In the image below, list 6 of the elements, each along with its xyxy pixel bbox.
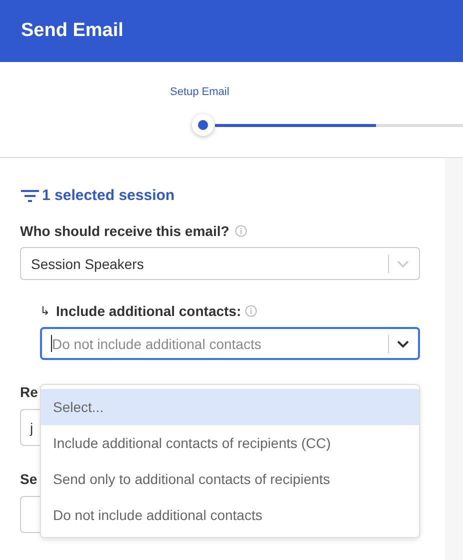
field-label: Who should receive this email? [20, 223, 230, 239]
field-label: Se [20, 471, 38, 487]
indent-arrow: ↳ [40, 304, 50, 318]
field-label: Re [20, 384, 38, 400]
field-label: Include additional contacts: [56, 303, 242, 319]
window-title: Send Email [21, 20, 124, 42]
